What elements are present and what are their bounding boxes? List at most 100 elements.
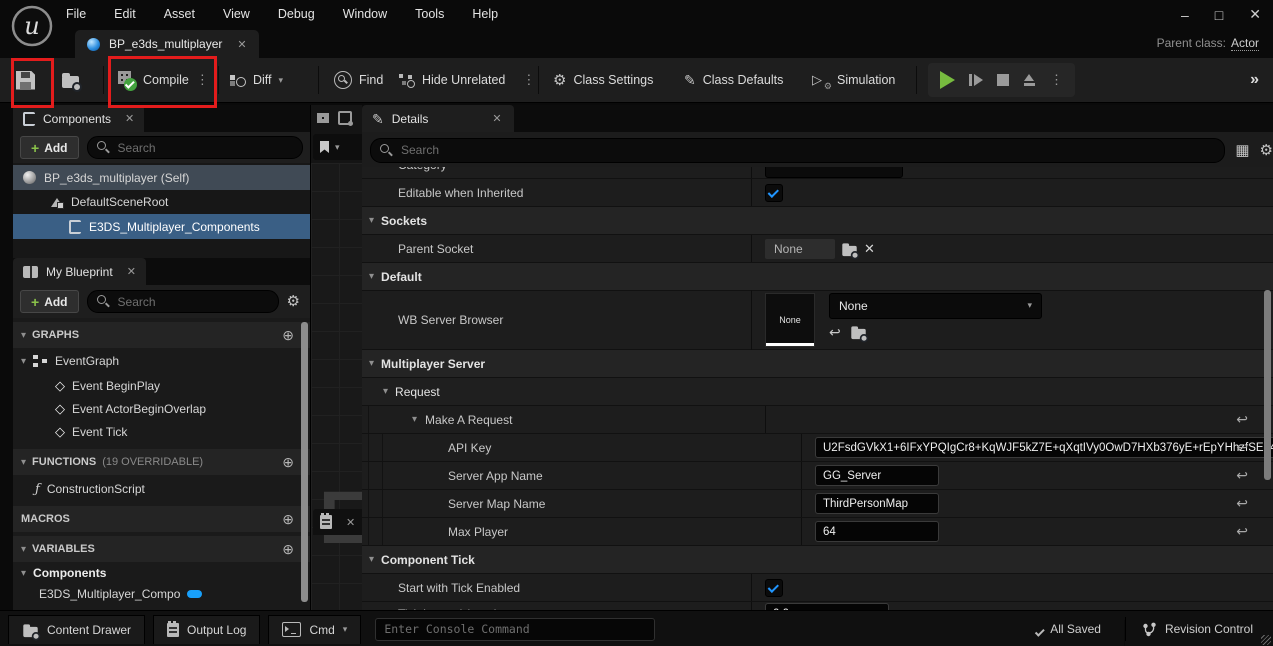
tree-item-event-actorbeginoverlap[interactable]: ◇ Event ActorBeginOverlap [13,397,310,420]
start-with-tick-enabled-checkbox[interactable] [765,579,783,597]
add-macro-icon[interactable]: ⊕ [282,511,294,528]
details-search-input[interactable] [399,142,1215,158]
hide-unrelated-button[interactable]: Hide Unrelated ⋮ [398,58,535,102]
functions-section-header[interactable]: ▾ FUNCTIONS (19 OVERRIDABLE) ⊕ [13,449,310,475]
close-panel-icon[interactable]: ✕ [346,516,355,529]
my-blueprint-scrollbar[interactable] [301,322,308,602]
tree-item-event-beginplay[interactable]: ◇ Event BeginPlay [13,374,310,397]
menu-debug[interactable]: Debug [278,7,315,21]
diff-button[interactable]: Diff ▾ [230,58,283,102]
reset-to-default-icon[interactable]: ↩ [1236,467,1248,484]
all-saved-status[interactable]: All Saved [1027,622,1101,637]
cmd-button[interactable]: Cmd ▾ [268,615,361,644]
section-multiplayer-server[interactable]: ▾ Multiplayer Server [362,350,1273,378]
close-panel-icon[interactable]: ✕ [127,265,136,278]
console-command-input[interactable] [375,618,655,641]
reset-to-default-icon[interactable]: ↩ [1236,523,1248,540]
property-matrix-icon[interactable]: ▦ [1235,141,1249,159]
add-function-icon[interactable]: ⊕ [282,454,294,471]
parent-socket-field[interactable]: None [765,239,835,259]
menu-asset[interactable]: Asset [164,7,195,21]
revision-control-button[interactable]: Revision Control [1125,617,1253,641]
browse-to-asset-icon[interactable] [851,328,865,338]
browse-asset-button[interactable] [62,58,79,102]
toolbar-overflow-button[interactable]: » [1250,58,1259,102]
variable-e3ds-multiplayer-compo[interactable]: E3DS_Multiplayer_Compo [13,584,310,603]
wb-server-browser-thumbnail[interactable]: None [765,293,815,347]
menu-help[interactable]: Help [472,7,498,21]
add-blueprint-item-button[interactable]: + Add [20,290,79,313]
parent-class-link[interactable]: Actor [1231,36,1259,51]
viewport-tab-icon[interactable] [317,113,329,123]
play-button[interactable] [940,71,955,89]
editable-when-inherited-checkbox[interactable] [765,184,783,202]
eject-button[interactable] [1023,74,1036,87]
menu-view[interactable]: View [223,7,250,21]
section-sockets[interactable]: ▾ Sockets [362,207,1273,235]
menu-tools[interactable]: Tools [415,7,444,21]
property-row-make-a-request[interactable]: ▾ Make A Request ↩ [362,406,1273,434]
tree-item-default-scene-root[interactable]: DefaultSceneRoot [13,190,310,214]
reset-to-default-icon[interactable]: ↩ [1236,439,1248,456]
close-panel-icon[interactable]: ✕ [492,112,501,125]
variables-section-header[interactable]: ▾ VARIABLES ⊕ [13,536,310,562]
minimize-button[interactable]: – [1181,7,1189,23]
blueprint-settings-gear-icon[interactable]: ⚙ [287,294,300,309]
close-panel-icon[interactable]: ✕ [125,112,134,125]
output-log-button[interactable]: Output Log [153,615,260,644]
tree-item-self[interactable]: BP_e3ds_multiplayer (Self) [13,165,310,190]
menu-file[interactable]: File [66,7,86,21]
reset-to-default-icon[interactable]: ↩ [1236,411,1248,428]
window-resize-grip[interactable] [1261,635,1271,645]
graphs-section-header[interactable]: ▾ GRAPHS ⊕ [13,322,310,348]
frame-skip-button[interactable] [969,73,983,87]
tick-interval-field[interactable] [765,603,889,610]
wb-server-browser-dropdown[interactable]: None ▾ [829,293,1042,319]
macros-section-header[interactable]: MACROS ⊕ [13,506,310,532]
browse-socket-icon[interactable] [842,245,856,255]
content-drawer-button[interactable]: Content Drawer [8,615,145,644]
close-tab-icon[interactable]: ✕ [237,38,246,51]
my-blueprint-tab[interactable]: My Blueprint ✕ [13,258,146,285]
variables-components-category[interactable]: ▾ Components [13,562,310,584]
compiler-results-tab[interactable]: ✕ [313,509,368,535]
menu-window[interactable]: Window [343,7,387,21]
server-app-name-field[interactable] [815,465,939,486]
event-graph-tab-icon[interactable] [338,111,352,125]
tree-item-eventgraph[interactable]: ▾ EventGraph [13,348,310,374]
menu-edit[interactable]: Edit [114,7,136,21]
maximize-button[interactable]: □ [1215,7,1223,23]
tree-item-event-tick[interactable]: ◇ Event Tick [13,420,310,443]
simulation-button[interactable]: ▷⚙ Simulation [812,58,895,102]
add-variable-icon[interactable]: ⊕ [282,541,294,558]
tree-item-e3ds-multiplayer-components[interactable]: E3DS_Multiplayer_Components [13,214,310,239]
hide-unrelated-options-icon[interactable]: ⋮ [522,72,535,88]
class-settings-button[interactable]: ⚙ Class Settings [553,58,653,102]
my-blueprint-search-input[interactable] [116,294,269,310]
components-search-input[interactable] [116,140,293,156]
section-default[interactable]: ▾ Default [362,263,1273,291]
section-component-tick[interactable]: ▾ Component Tick [362,546,1273,574]
details-settings-gear-icon[interactable]: ⚙ [1260,143,1273,158]
tree-item-construction-script[interactable]: ƒ ConstructionScript [13,475,310,503]
server-map-name-field[interactable] [815,493,939,514]
subsection-request[interactable]: ▾ Request [362,378,1273,406]
class-defaults-button[interactable]: ✎ Class Defaults [684,58,783,102]
api-key-field[interactable] [815,437,1273,458]
details-scrollbar[interactable] [1264,290,1271,480]
components-tab[interactable]: Components ✕ [13,105,144,132]
use-selected-asset-icon[interactable]: ↩ [829,325,841,339]
clear-socket-icon[interactable]: ✕ [864,241,875,257]
max-player-field[interactable] [815,521,939,542]
asset-tab-bp-e3ds-multiplayer[interactable]: BP_e3ds_multiplayer ✕ [75,30,259,58]
add-component-button[interactable]: + Add [20,136,79,159]
category-dropdown[interactable]: ▾ [765,167,903,178]
details-tab[interactable]: ✎ Details ✕ [362,105,514,132]
reset-to-default-icon[interactable]: ↩ [1236,495,1248,512]
close-window-button[interactable]: ✕ [1249,6,1261,23]
bookmarks-control[interactable]: ▾ [313,134,367,160]
find-button[interactable]: Find [334,58,383,102]
add-graph-icon[interactable]: ⊕ [282,327,294,344]
stop-button[interactable] [997,74,1009,86]
play-options-icon[interactable]: ⋮ [1050,72,1063,88]
